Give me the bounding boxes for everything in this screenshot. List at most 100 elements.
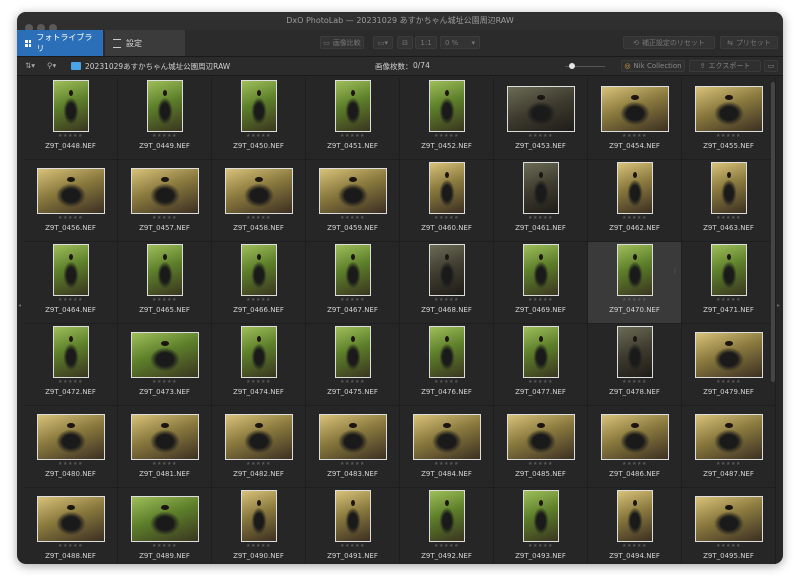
thumbnail-cell[interactable]: ★★★★★ Z9T_0478.NEF (588, 324, 682, 406)
thumbnail-cell[interactable]: ★★★★★ Z9T_0452.NEF (400, 78, 494, 160)
thumbnail-cell[interactable]: ★★★★★ Z9T_0450.NEF (212, 78, 306, 160)
folder-path[interactable]: 20231029あすかちゃん城址公園周辺RAW (85, 61, 230, 72)
rating-stars[interactable]: ★★★★★ (306, 543, 399, 549)
slider-handle[interactable] (569, 63, 575, 69)
thumbnail-cell[interactable]: ★★★★★ Z9T_0495.NEF (682, 488, 776, 564)
rating-stars[interactable]: ★★★★★ (212, 543, 305, 549)
photo-thumbnail[interactable] (429, 162, 465, 214)
rating-stars[interactable]: ★★★★★ (212, 461, 305, 467)
photo-thumbnail[interactable] (617, 162, 653, 214)
thumbnail-cell[interactable]: ★★★★★ Z9T_0473.NEF (118, 324, 212, 406)
rating-stars[interactable]: ★★★★★ (400, 215, 493, 221)
photo-thumbnail[interactable] (507, 86, 575, 132)
photo-thumbnail[interactable] (617, 326, 653, 378)
photo-thumbnail[interactable] (429, 244, 465, 296)
thumbnail-cell[interactable]: ★★★★★ Z9T_0483.NEF (306, 406, 400, 488)
thumbnail-cell[interactable]: ★★★★★ Z9T_0492.NEF (400, 488, 494, 564)
thumbnail-cell[interactable]: ★★★★★ Z9T_0467.NEF (306, 242, 400, 324)
thumbnail-cell[interactable]: ★★★★★ Z9T_0486.NEF (588, 406, 682, 488)
rating-stars[interactable]: ★★★★★ (306, 133, 399, 139)
vertical-scrollbar[interactable] (771, 82, 775, 382)
rating-stars[interactable]: ★★★★★ (118, 461, 211, 467)
photo-thumbnail[interactable] (429, 490, 465, 542)
thumbnail-cell[interactable]: ★★★★★ Z9T_0463.NEF (682, 160, 776, 242)
thumbnail-cell[interactable]: ★★★★★ Z9T_0456.NEF (24, 160, 118, 242)
thumbnail-cell[interactable]: ★★★★★ Z9T_0460.NEF (400, 160, 494, 242)
photo-thumbnail[interactable] (319, 414, 387, 460)
photo-thumbnail[interactable] (695, 332, 763, 378)
thumbnail-cell[interactable]: ★★★★★ Z9T_0457.NEF (118, 160, 212, 242)
rating-stars[interactable]: ★★★★★ (400, 543, 493, 549)
photo-thumbnail[interactable] (335, 80, 371, 132)
thumbnail-cell[interactable]: ★★★★★ Z9T_0462.NEF (588, 160, 682, 242)
thumbnail-cell[interactable]: ★★★★★ Z9T_0479.NEF (682, 324, 776, 406)
thumbnail-cell[interactable]: ★★★★★ Z9T_0453.NEF (494, 78, 588, 160)
rating-stars[interactable]: ★★★★★ (118, 543, 211, 549)
photo-thumbnail[interactable] (617, 490, 653, 542)
left-collapse-icon[interactable]: ◂ (18, 302, 21, 309)
rating-stars[interactable]: ★★★★★ (588, 215, 681, 221)
thumbnail-cell[interactable]: ★★★★★ Z9T_0466.NEF (212, 242, 306, 324)
thumbnail-cell[interactable]: ★★★★★ Z9T_0472.NEF (24, 324, 118, 406)
rating-stars[interactable]: ★★★★★ (118, 379, 211, 385)
photo-thumbnail[interactable] (617, 244, 653, 296)
photo-thumbnail[interactable] (37, 414, 105, 460)
rating-stars[interactable]: ★★★★★ (212, 297, 305, 303)
photo-thumbnail[interactable] (147, 80, 183, 132)
tab-photo-library[interactable]: フォトライブラリ (17, 30, 103, 56)
photo-thumbnail[interactable] (131, 332, 199, 378)
photo-thumbnail[interactable] (695, 86, 763, 132)
rating-stars[interactable]: ★★★★★ (24, 379, 117, 385)
rating-stars[interactable]: ★★★★★ (306, 379, 399, 385)
photo-thumbnail[interactable] (131, 496, 199, 542)
zoom-1to1-button[interactable]: 1:1 (415, 36, 437, 49)
photo-thumbnail[interactable] (429, 326, 465, 378)
rating-stars[interactable]: ★★★★★ (494, 379, 587, 385)
rating-stars[interactable]: ★★★★★ (118, 215, 211, 221)
photo-thumbnail[interactable] (131, 414, 199, 460)
photo-thumbnail[interactable] (37, 168, 105, 214)
rating-stars[interactable]: ★★★★★ (118, 297, 211, 303)
rating-stars[interactable]: ★★★★★ (212, 215, 305, 221)
thumbnail-cell[interactable]: ★★★★★ Z9T_0475.NEF (306, 324, 400, 406)
thumbnail-cell[interactable]: ★★★★★ Z9T_0465.NEF (118, 242, 212, 324)
rating-stars[interactable]: ★★★★★ (682, 379, 775, 385)
right-collapse-icon[interactable]: ▸ (777, 302, 780, 309)
export-button[interactable]: ⇪ エクスポート (689, 60, 761, 72)
rating-stars[interactable]: ★★★★★ (588, 543, 681, 549)
photo-thumbnail[interactable] (523, 490, 559, 542)
photo-thumbnail[interactable] (241, 490, 277, 542)
more-button[interactable]: ▭ (764, 60, 778, 72)
thumbnail-cell[interactable]: ★★★★★ Z9T_0484.NEF (400, 406, 494, 488)
rating-stars[interactable]: ★★★★★ (588, 297, 681, 303)
rating-stars[interactable]: ★★★★★ (118, 133, 211, 139)
photo-thumbnail[interactable] (241, 326, 277, 378)
photo-thumbnail[interactable] (335, 490, 371, 542)
photo-thumbnail[interactable] (241, 244, 277, 296)
rating-stars[interactable]: ★★★★★ (494, 543, 587, 549)
thumbnail-cell[interactable]: ★★★★★ Z9T_0490.NEF (212, 488, 306, 564)
photo-thumbnail[interactable] (711, 162, 747, 214)
thumbnail-cell[interactable]: ★★★★★ Z9T_0461.NEF (494, 160, 588, 242)
rating-stars[interactable]: ★★★★★ (494, 461, 587, 467)
reset-corrections-button[interactable]: ⟲ 補正設定のリセット (623, 36, 715, 49)
photo-thumbnail[interactable] (335, 326, 371, 378)
photo-thumbnail[interactable] (319, 168, 387, 214)
thumbnail-cell[interactable]: ★★★★★ Z9T_0464.NEF (24, 242, 118, 324)
rating-stars[interactable]: ★★★★★ (682, 133, 775, 139)
thumbnail-cell[interactable]: ★★★★★ Z9T_0477.NEF (494, 324, 588, 406)
photo-thumbnail[interactable] (147, 244, 183, 296)
photo-thumbnail[interactable] (335, 244, 371, 296)
thumbnail-cell[interactable]: ★★★★★ Z9T_0476.NEF (400, 324, 494, 406)
rating-stars[interactable]: ★★★★★ (24, 543, 117, 549)
thumbnail-cell[interactable]: ★★★★★ Z9T_0488.NEF (24, 488, 118, 564)
rating-stars[interactable]: ★★★★★ (494, 133, 587, 139)
thumbnail-cell[interactable]: ★★★★★ Z9T_0449.NEF (118, 78, 212, 160)
tab-settings[interactable]: 設定 (105, 30, 185, 56)
thumbnail-cell[interactable]: ★★★★★ Z9T_0468.NEF (400, 242, 494, 324)
photo-thumbnail[interactable] (711, 244, 747, 296)
photo-thumbnail[interactable] (429, 80, 465, 132)
rating-stars[interactable]: ★★★★★ (400, 297, 493, 303)
photo-thumbnail[interactable] (601, 414, 669, 460)
thumbnail-cell[interactable]: ★★★★★ Z9T_0455.NEF (682, 78, 776, 160)
